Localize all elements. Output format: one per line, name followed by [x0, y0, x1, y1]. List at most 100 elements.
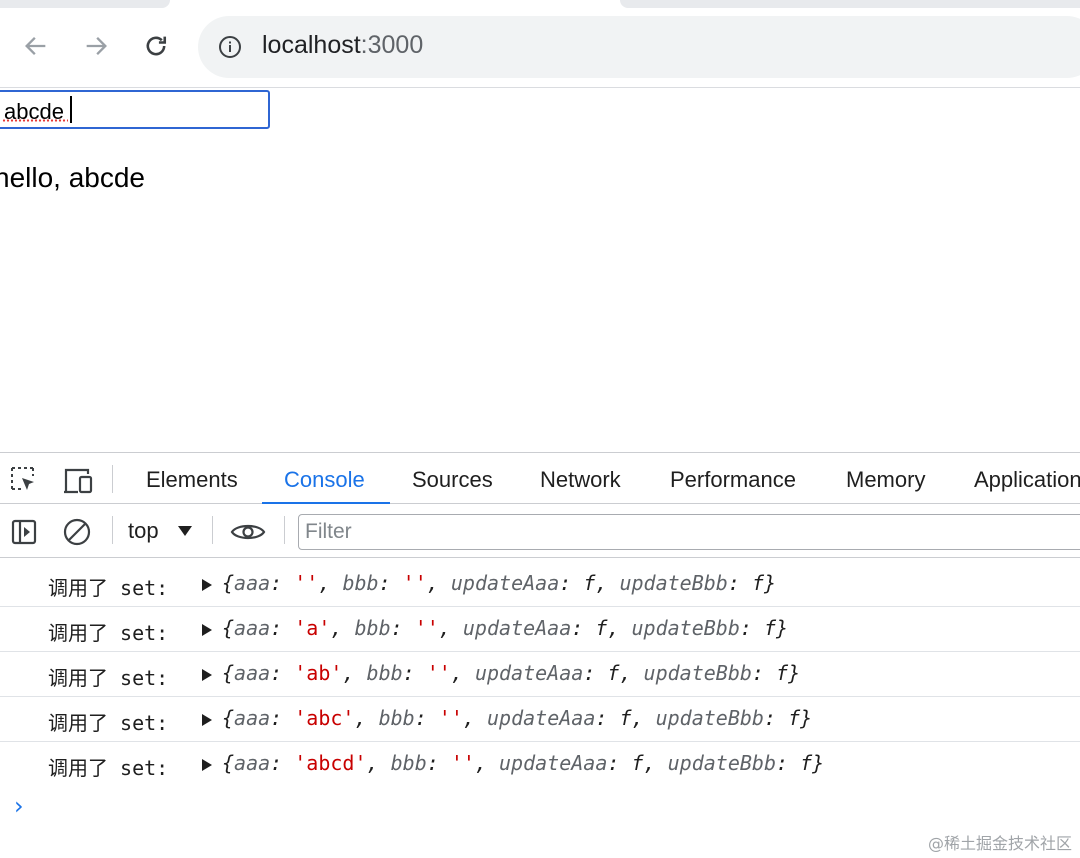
forward-button[interactable] — [78, 28, 114, 64]
inspect-icon — [11, 467, 34, 490]
live-expression-button[interactable] — [228, 516, 268, 548]
tab-elements[interactable]: Elements — [146, 453, 238, 505]
arrow-right-icon — [86, 37, 107, 55]
context-selector[interactable]: top — [128, 516, 159, 546]
browser-toolbar: localhost:3000 — [0, 0, 1080, 88]
tabbar-separator — [112, 465, 113, 493]
log-key: updateAaa — [486, 706, 596, 730]
reload-icon — [146, 36, 167, 56]
log-fn: f — [751, 571, 764, 595]
log-label: 调用了 set: — [48, 621, 169, 645]
toolbar-separator — [112, 516, 113, 544]
log-fn: f — [788, 706, 801, 730]
console-log-row: 调用了 set: {aaa: 'ab', bbb: '', updateAaa:… — [0, 652, 1080, 697]
console-log-row: 调用了 set: {aaa: 'abcd', bbb: '', updateAa… — [0, 742, 1080, 787]
tab-network[interactable]: Network — [540, 453, 621, 505]
clear-icon — [63, 518, 91, 546]
log-key: aaa — [234, 751, 271, 775]
log-label: 调用了 set: — [48, 756, 169, 780]
log-object[interactable]: {aaa: 'a', bbb: '', updateAaa: f, update… — [222, 616, 788, 640]
console-log-row: 调用了 set: {aaa: '', bbb: '', updateAaa: f… — [0, 562, 1080, 607]
toolbar-separator — [212, 516, 213, 544]
address-bar[interactable]: localhost:3000 — [198, 16, 1080, 78]
log-key: bbb — [366, 661, 403, 685]
log-key: bbb — [378, 706, 415, 730]
text-caret — [70, 96, 72, 123]
log-fn: f — [607, 661, 620, 685]
log-key: bbb — [390, 751, 427, 775]
log-fn: f — [763, 616, 777, 640]
reload-button[interactable] — [138, 28, 174, 64]
log-key: bbb — [342, 571, 379, 595]
log-key: aaa — [234, 616, 271, 640]
log-key: aaa — [234, 571, 271, 595]
log-fn: f — [800, 751, 813, 775]
log-object[interactable]: {aaa: 'abcd', bbb: '', updateAaa: f, upd… — [222, 751, 824, 775]
clear-console-button[interactable] — [60, 516, 94, 548]
arrow-left-icon — [25, 37, 46, 55]
expand-triangle-icon[interactable] — [202, 624, 212, 636]
tab-console[interactable]: Console — [284, 453, 365, 505]
log-value: 'a' — [294, 616, 331, 640]
log-object[interactable]: {aaa: '', bbb: '', updateAaa: f, updateB… — [222, 571, 776, 595]
log-key: updateAaa — [450, 571, 560, 595]
greeting-text: hello, abcde — [0, 162, 146, 193]
tab-application[interactable]: Application — [974, 453, 1080, 505]
log-fn: f — [776, 661, 789, 685]
log-key: updateBbb — [655, 706, 764, 730]
toolbar-divider — [0, 87, 1080, 88]
log-label: 调用了 set: — [48, 666, 169, 690]
log-key: updateAaa — [474, 661, 584, 685]
expand-triangle-icon[interactable] — [202, 714, 212, 726]
log-key: updateBbb — [619, 571, 728, 595]
console-log-row: 调用了 set: {aaa: 'abc', bbb: '', updateAaa… — [0, 697, 1080, 742]
log-key: updateBbb — [667, 751, 776, 775]
tab-sources[interactable]: Sources — [412, 453, 493, 505]
url-port: :3000 — [360, 31, 424, 59]
device-toolbar-button[interactable] — [60, 465, 96, 495]
filter-input[interactable] — [298, 514, 1080, 550]
sidebar-icon — [11, 519, 37, 545]
text-input[interactable] — [0, 90, 270, 129]
info-icon[interactable] — [218, 35, 242, 59]
log-key: updateBbb — [643, 661, 752, 685]
log-key: updateBbb — [631, 616, 740, 640]
url-text: localhost:3000 — [262, 31, 423, 60]
console-toolbar: top — [0, 504, 1080, 558]
log-key: updateAaa — [499, 751, 608, 775]
log-fn: f — [595, 616, 608, 640]
inspect-element-button[interactable] — [8, 465, 40, 495]
spellcheck-underline — [2, 119, 68, 122]
log-value: 'abc' — [294, 706, 355, 730]
log-fn: f — [619, 706, 632, 730]
log-value: 'ab' — [294, 661, 343, 685]
watermark: @稀土掘金技术社区 — [927, 834, 1072, 853]
log-value: '' — [450, 751, 475, 775]
eye-icon — [230, 524, 266, 540]
log-value: '' — [426, 661, 451, 685]
console-log-row: 调用了 set: {aaa: 'a', bbb: '', updateAaa: … — [0, 607, 1080, 652]
log-key: aaa — [234, 706, 271, 730]
log-object[interactable]: {aaa: 'ab', bbb: '', updateAaa: f, updat… — [222, 661, 800, 685]
tab-memory[interactable]: Memory — [846, 453, 925, 505]
log-key: updateAaa — [462, 616, 572, 640]
sidebar-toggle-button[interactable] — [8, 516, 40, 548]
log-value: 'abcd' — [294, 751, 367, 775]
log-label: 调用了 set: — [48, 711, 169, 735]
expand-triangle-icon[interactable] — [202, 579, 212, 591]
log-value: '' — [438, 706, 463, 730]
log-value: '' — [294, 571, 319, 595]
log-object[interactable]: {aaa: 'abc', bbb: '', updateAaa: f, upda… — [222, 706, 812, 730]
log-key: bbb — [354, 616, 391, 640]
back-button[interactable] — [18, 28, 54, 64]
expand-triangle-icon[interactable] — [202, 759, 212, 771]
log-fn: f — [631, 751, 644, 775]
log-label: 调用了 set: — [48, 576, 169, 600]
dropdown-arrow-icon[interactable] — [178, 526, 192, 536]
tab-performance[interactable]: Performance — [670, 453, 796, 505]
console-prompt-icon[interactable]: › — [14, 792, 24, 820]
expand-triangle-icon[interactable] — [202, 669, 212, 681]
log-value: '' — [414, 616, 439, 640]
log-fn: f — [583, 571, 596, 595]
device-icon — [64, 468, 93, 494]
